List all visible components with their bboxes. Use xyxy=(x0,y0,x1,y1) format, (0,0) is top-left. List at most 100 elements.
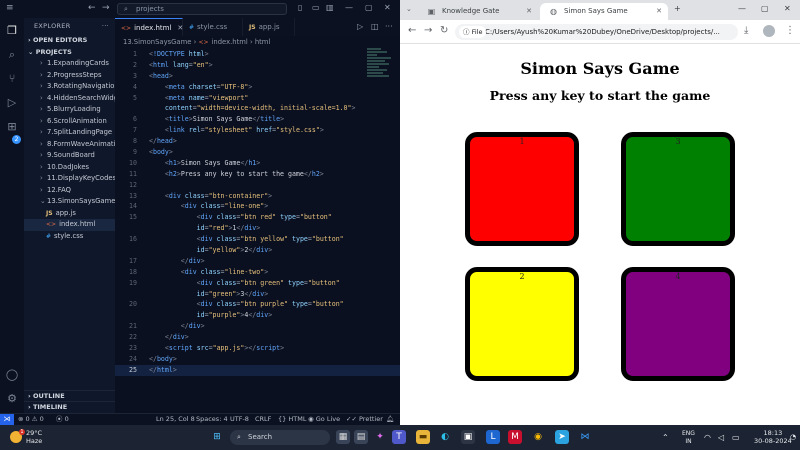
tree-folder[interactable]: › 11.DisplayKeyCodes xyxy=(24,173,116,185)
tree-folder[interactable]: › 5.BlurryLoading xyxy=(24,104,115,116)
command-center-search[interactable]: ⌕ projects xyxy=(117,3,287,15)
notifications-bell-icon[interactable]: 🔔︎ xyxy=(386,414,394,425)
indentation[interactable]: Spaces: 4 xyxy=(196,414,228,425)
code-line[interactable]: 3 <head> xyxy=(115,71,400,82)
layout-panel-icon[interactable]: ▭ xyxy=(312,3,320,12)
temperature[interactable]: 29°C xyxy=(26,429,42,437)
yellow-button[interactable]: 2 xyxy=(465,267,579,381)
green-button[interactable]: 3 xyxy=(621,132,735,246)
code-line[interactable]: 12 xyxy=(115,180,400,191)
forward-arrow-icon[interactable]: → xyxy=(424,25,432,37)
chevron-up-icon[interactable]: ⌃ xyxy=(662,425,669,450)
tab-index-html[interactable]: <> index.html ✕ xyxy=(115,18,183,36)
forward-arrow-icon[interactable]: → xyxy=(102,3,110,13)
code-line[interactable]: 23 <script src="app.js"></script> xyxy=(115,343,400,354)
site-info-chip[interactable]: ⓘ File xyxy=(459,26,487,38)
notifications-icon[interactable]: ◔ xyxy=(790,425,796,450)
tree-folder[interactable]: › 9.SoundBoard xyxy=(24,150,115,162)
address-bar[interactable]: ⓘ File C:/Users/Ayush%20Kumar%20Dubey/On… xyxy=(455,24,738,40)
code-line[interactable]: 8 </head> xyxy=(115,136,400,147)
file-explorer-icon[interactable]: ▬ xyxy=(416,430,430,444)
settings-gear-icon[interactable]: ⚙ xyxy=(5,392,19,406)
code-line[interactable]: 10 <h1>Simon Says Game</h1> xyxy=(115,158,400,169)
code-line[interactable]: 6 <title>Simon Says Game</title> xyxy=(115,114,400,125)
code-line[interactable]: 24 </body> xyxy=(115,354,400,365)
problems-indicator[interactable]: ⊗ 0 ⚠ 0 xyxy=(18,414,44,425)
volume-icon[interactable]: ◁ xyxy=(718,425,724,450)
run-icon[interactable]: ▷ xyxy=(357,18,363,36)
widgets-icon[interactable]: ▤ xyxy=(354,430,368,444)
chrome-icon[interactable]: ◉ xyxy=(531,430,545,444)
telegram-icon[interactable]: ➤ xyxy=(555,430,569,444)
code-line[interactable]: 5 <meta name="viewport" xyxy=(115,93,400,104)
tree-file[interactable]: <> index.html xyxy=(24,219,115,231)
close-icon[interactable]: ✕ xyxy=(784,4,791,13)
code-line[interactable]: 19 <div class="btn green" type="button" xyxy=(115,278,400,289)
chrome-menu-icon[interactable]: ⋮ xyxy=(785,25,795,37)
remote-icon[interactable]: ⋊ xyxy=(0,414,14,425)
tree-folder[interactable]: › 12.FAQ xyxy=(24,185,115,197)
tree-folder[interactable]: › 8.FormWaveAnimation xyxy=(24,139,124,151)
extensions-icon[interactable]: ⊞ xyxy=(5,120,19,134)
tab-search-icon[interactable]: ⌄ xyxy=(406,5,412,13)
edge-icon[interactable]: ◐ xyxy=(438,430,452,444)
tree-folder[interactable]: › 3.RotatingNavigation xyxy=(24,81,119,93)
source-control-icon[interactable]: ⑂ xyxy=(5,72,19,86)
ports-indicator[interactable]: ⦿ 0 xyxy=(56,414,69,425)
timeline-section[interactable]: › TIMELINE xyxy=(24,401,115,412)
code-line[interactable]: 11 <h2>Press any key to start the game</… xyxy=(115,169,400,180)
tree-folder[interactable]: › 6.ScrollAnimation xyxy=(24,116,115,128)
lens-app-icon[interactable]: L xyxy=(486,430,500,444)
tree-folder[interactable]: › 10.DadJokes xyxy=(24,162,115,174)
code-line[interactable]: 2 <html lang="en"> xyxy=(115,60,400,71)
system-clock[interactable]: 18:13 30-08-2024 xyxy=(754,429,792,445)
code-editor[interactable]: 1 <!DOCTYPE html> 2 <html lang="en"> 3 <head>… xyxy=(115,49,400,376)
minimize-icon[interactable]: — xyxy=(345,3,353,12)
code-line[interactable]: 13 <div class="btn-container"> xyxy=(115,191,400,202)
menu-icon[interactable]: ≡ xyxy=(6,4,16,13)
tab-style-css[interactable]: # style.css xyxy=(183,18,243,36)
more-actions-icon[interactable]: ··· xyxy=(385,18,393,36)
taskbar-search[interactable]: ⌕ Search xyxy=(230,430,330,445)
download-icon[interactable]: ⤓ xyxy=(744,25,748,37)
windows-start-icon[interactable]: ⊞ xyxy=(210,430,224,444)
tree-folder[interactable]: › 2.ProgressSteps xyxy=(24,70,115,82)
tree-folder[interactable]: › 4.HiddenSearchWidget xyxy=(24,93,125,105)
split-editor-icon[interactable]: ◫ xyxy=(371,18,379,36)
more-actions-icon[interactable]: ··· xyxy=(102,18,109,34)
tree-file[interactable]: JS app.js xyxy=(24,208,115,220)
account-icon[interactable]: ◯ xyxy=(5,368,19,382)
cursor-position[interactable]: Ln 25, Col 8 xyxy=(156,414,195,425)
layout-customize-icon[interactable]: ▥ xyxy=(326,3,334,12)
run-debug-icon[interactable]: ▷ xyxy=(5,96,19,110)
red-button[interactable]: 1 xyxy=(465,132,579,246)
tab-app-js[interactable]: JS app.js xyxy=(243,18,295,36)
weather-condition[interactable]: Haze xyxy=(26,437,42,445)
layout-sidebar-icon[interactable]: ▯ xyxy=(298,3,302,12)
open-editors-section[interactable]: › OPEN EDITORS xyxy=(24,34,115,46)
teams-icon[interactable]: T xyxy=(392,430,406,444)
explorer-icon[interactable]: ❐ xyxy=(5,24,19,38)
mcafee-icon[interactable]: M xyxy=(508,430,522,444)
tree-folder[interactable]: › 1.ExpandingCards xyxy=(24,58,115,70)
profile-avatar[interactable] xyxy=(763,25,775,37)
projects-section[interactable]: ⌄ PROJECTS xyxy=(24,46,115,58)
prettier-status[interactable]: ✓✓ Prettier xyxy=(346,414,383,425)
close-icon[interactable]: ✕ xyxy=(384,3,391,12)
code-line[interactable]: 18 <div class="line-two"> xyxy=(115,267,400,278)
code-line[interactable]: 14 <div class="line-one"> xyxy=(115,201,400,212)
go-live-button[interactable]: ◉ Go Live xyxy=(308,414,340,425)
new-tab-button[interactable]: + xyxy=(674,4,681,13)
close-tab-icon[interactable]: ✕ xyxy=(656,3,662,20)
code-line[interactable]: 7 <link rel="stylesheet" href="style.css… xyxy=(115,125,400,136)
code-line[interactable]: 17 </div> xyxy=(115,256,400,267)
breadcrumb-folder[interactable]: 13.SimonSaysGame xyxy=(123,38,191,46)
maximize-icon[interactable]: ▢ xyxy=(761,4,769,13)
search-icon[interactable]: ⌕ xyxy=(5,48,19,62)
battery-icon[interactable]: ▭ xyxy=(732,425,740,450)
copilot-icon[interactable]: ✦ xyxy=(373,430,387,444)
breadcrumb-file[interactable]: index.html xyxy=(212,38,248,46)
line-ending[interactable]: CRLF xyxy=(255,414,271,425)
minimize-icon[interactable]: — xyxy=(738,4,746,13)
code-line[interactable]: 25 </html> xyxy=(115,364,400,376)
